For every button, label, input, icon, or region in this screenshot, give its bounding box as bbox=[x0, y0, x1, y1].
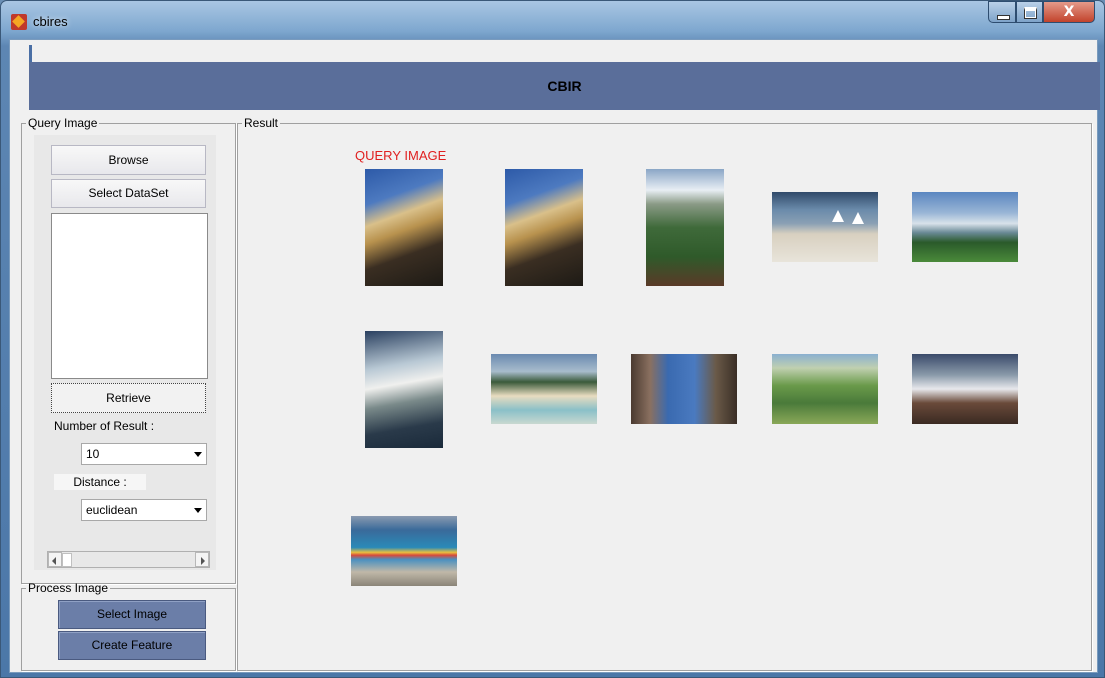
close-icon: X bbox=[1063, 4, 1075, 20]
title-bar[interactable]: cbires X bbox=[1, 1, 1104, 39]
select-dataset-button[interactable]: Select DataSet bbox=[51, 179, 206, 208]
retrieve-button[interactable]: Retrieve bbox=[51, 383, 206, 413]
select-image-button[interactable]: Select Image bbox=[58, 600, 206, 629]
result-image-8 bbox=[772, 354, 878, 424]
close-button[interactable]: X bbox=[1043, 1, 1095, 23]
dataset-listbox[interactable] bbox=[51, 213, 208, 379]
toolbar-marker bbox=[29, 45, 32, 63]
result-image-10 bbox=[351, 516, 457, 586]
create-feature-button[interactable]: Create Feature bbox=[58, 631, 206, 660]
query-image-label: QUERY IMAGE bbox=[355, 148, 447, 163]
client-area: CBIR Query Image Browse Select DataSet R… bbox=[9, 39, 1100, 673]
chevron-down-icon bbox=[194, 508, 202, 513]
header-banner: CBIR bbox=[29, 62, 1100, 110]
minimize-button[interactable] bbox=[988, 1, 1016, 23]
num-results-select[interactable]: 10 bbox=[81, 443, 207, 465]
maximize-button[interactable] bbox=[1016, 1, 1043, 23]
result-image-4 bbox=[912, 192, 1018, 262]
distance-value: euclidean bbox=[86, 503, 138, 517]
matlab-icon bbox=[11, 14, 27, 30]
result-image-1 bbox=[505, 169, 583, 286]
horizontal-scrollbar[interactable] bbox=[47, 551, 210, 568]
scroll-left-icon[interactable] bbox=[48, 552, 62, 567]
application-window: cbires X CBIR Query Image Browse Select … bbox=[0, 0, 1105, 678]
scroll-right-icon[interactable] bbox=[195, 552, 209, 567]
scrollbar-thumb[interactable] bbox=[62, 553, 72, 567]
result-image-3 bbox=[772, 192, 878, 262]
chevron-down-icon bbox=[194, 452, 202, 457]
distance-select[interactable]: euclidean bbox=[81, 499, 207, 521]
distance-label: Distance : bbox=[54, 474, 146, 490]
num-results-value: 10 bbox=[86, 447, 100, 461]
query-image-legend: Query Image bbox=[28, 116, 98, 130]
window-title: cbires bbox=[33, 14, 68, 29]
num-results-label: Number of Result : bbox=[54, 419, 155, 433]
result-image-9 bbox=[912, 354, 1018, 424]
sailboat-icon bbox=[832, 210, 844, 222]
result-image-5 bbox=[365, 331, 443, 448]
browse-button[interactable]: Browse bbox=[51, 145, 206, 175]
result-image-6 bbox=[491, 354, 597, 424]
query-image bbox=[365, 169, 443, 286]
process-image-legend: Process Image bbox=[28, 581, 109, 595]
result-legend: Result bbox=[244, 116, 279, 130]
result-image-2 bbox=[646, 169, 724, 286]
result-image-7 bbox=[631, 354, 737, 424]
sailboat-icon bbox=[852, 212, 864, 224]
banner-title: CBIR bbox=[547, 78, 582, 94]
